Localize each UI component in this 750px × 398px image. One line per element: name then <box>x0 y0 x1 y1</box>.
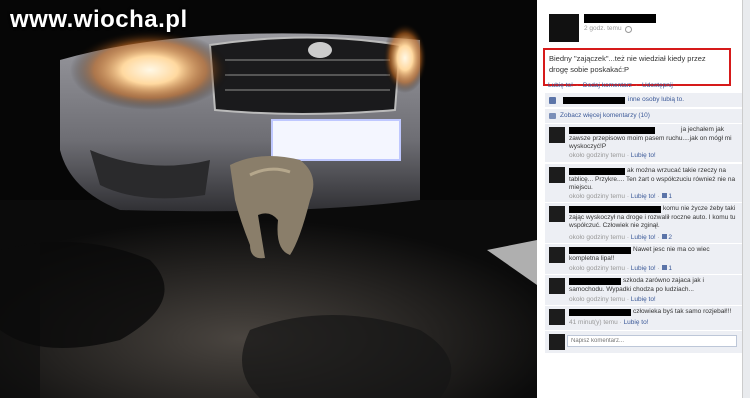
comment-meta: około godziny temu · Lubię to! · 1 <box>569 193 672 200</box>
scrollbar[interactable] <box>742 0 750 398</box>
comment-text: ak można wrzucać takie rzeczy na tablicę… <box>569 167 736 191</box>
comment-like-button[interactable]: Lubię to! <box>631 265 656 272</box>
comment-item: ja jechałem jak zawsze przepisowo moim p… <box>545 124 743 162</box>
comment-like-button[interactable]: Lubię to! <box>631 193 656 200</box>
comment-item: człowieka byś tak samo rozjebał!!! 41 mi… <box>545 306 743 330</box>
comment-item: szkoda zarówno zajaca jak i samochodu. W… <box>545 275 743 305</box>
comment-like-button[interactable]: Lubię to! <box>631 296 656 303</box>
likes-text[interactable]: inne osoby lubią to. <box>628 96 684 103</box>
comment-text: komu nie życze żeby taki zając wyskoczył… <box>569 205 736 229</box>
comment-text: człowieka byś tak samo rozjebał!!! <box>633 308 732 315</box>
share-button[interactable]: Udostępnij <box>642 82 673 89</box>
more-comments[interactable]: Zobacz więcej komentarzy (10) <box>545 109 743 123</box>
comment-like-button[interactable]: Lubię to! <box>624 319 649 326</box>
liker-names-redacted[interactable] <box>563 97 625 104</box>
like-count-icon <box>661 193 667 198</box>
comment-button[interactable]: Dodaj komentarz <box>583 82 632 89</box>
comment-time[interactable]: 41 minut(y) temu <box>569 319 618 326</box>
poster-avatar[interactable] <box>549 14 579 42</box>
composer-avatar <box>549 334 565 350</box>
likes-summary: inne osoby lubią to. <box>545 93 743 107</box>
comment-time[interactable]: około godziny temu <box>569 265 625 272</box>
comment-item: komu nie życze żeby taki zając wyskoczył… <box>545 203 743 243</box>
facebook-post-panel: 2 godz. temu Biedny "zajączek"...też nie… <box>537 0 750 398</box>
separator: · <box>635 82 638 89</box>
comment-item: Nawet jesc nie ma co wiec kompletna lipa… <box>545 244 743 274</box>
comment-like-count[interactable]: 2 <box>668 234 672 241</box>
like-count-icon <box>661 265 667 270</box>
post-photo[interactable]: www.wiocha.pl <box>0 0 537 398</box>
comment-meta: 41 minut(y) temu · Lubię to! <box>569 319 649 326</box>
commenter-avatar[interactable] <box>549 127 565 143</box>
comment-input[interactable] <box>567 335 737 347</box>
comment-meta: około godziny temu · Lubię to! <box>569 152 656 159</box>
commenter-avatar[interactable] <box>549 278 565 294</box>
poster-name-redacted[interactable] <box>584 14 656 23</box>
comment-item: ak można wrzucać takie rzeczy na tablicę… <box>545 164 743 202</box>
comment-like-count[interactable]: 1 <box>668 265 672 272</box>
post-time[interactable]: 2 godz. temu <box>584 25 622 32</box>
comment-time[interactable]: około godziny temu <box>569 234 625 241</box>
thumbs-up-icon <box>549 97 556 104</box>
comment-like-button[interactable]: Lubię to! <box>631 234 656 241</box>
comment-text: Nawet jesc nie ma co wiec kompletna lipa… <box>569 246 710 262</box>
comment-meta: około godziny temu · Lubię to! · 1 <box>569 265 672 272</box>
comments-icon <box>549 113 556 119</box>
more-comments-link[interactable]: Zobacz więcej komentarzy (10) <box>560 112 650 119</box>
commenter-avatar[interactable] <box>549 247 565 263</box>
comment-time[interactable]: około godziny temu <box>569 193 625 200</box>
photo-illustration <box>0 0 537 398</box>
post-actions: Lubię to! · Dodaj komentarz · Udostępnij <box>548 82 676 89</box>
comment-composer <box>545 331 743 353</box>
watermark: www.wiocha.pl <box>10 6 188 33</box>
comment-time[interactable]: około godziny temu <box>569 152 625 159</box>
commenter-avatar[interactable] <box>549 167 565 183</box>
comment-meta: około godziny temu · Lubię to! · 2 <box>569 234 672 241</box>
comment-like-button[interactable]: Lubię to! <box>631 152 656 159</box>
comment-meta: około godziny temu · Lubię to! <box>569 296 656 303</box>
post-text: Biedny "zajączek"...też nie wiedział kie… <box>543 48 731 86</box>
comment-time[interactable]: około godziny temu <box>569 296 625 303</box>
comment-text: ja jechałem jak zawsze przepisowo moim p… <box>569 126 732 150</box>
commenter-avatar[interactable] <box>549 309 565 325</box>
commenter-avatar[interactable] <box>549 206 565 222</box>
separator: · <box>575 82 579 89</box>
like-button[interactable]: Lubię to! <box>548 82 573 89</box>
like-count-icon <box>661 234 667 239</box>
post-header: 2 godz. temu <box>537 0 750 44</box>
comment-text: szkoda zarówno zajaca jak i samochodu. W… <box>569 277 704 293</box>
comment-like-count[interactable]: 1 <box>668 193 672 200</box>
globe-icon <box>625 26 632 33</box>
